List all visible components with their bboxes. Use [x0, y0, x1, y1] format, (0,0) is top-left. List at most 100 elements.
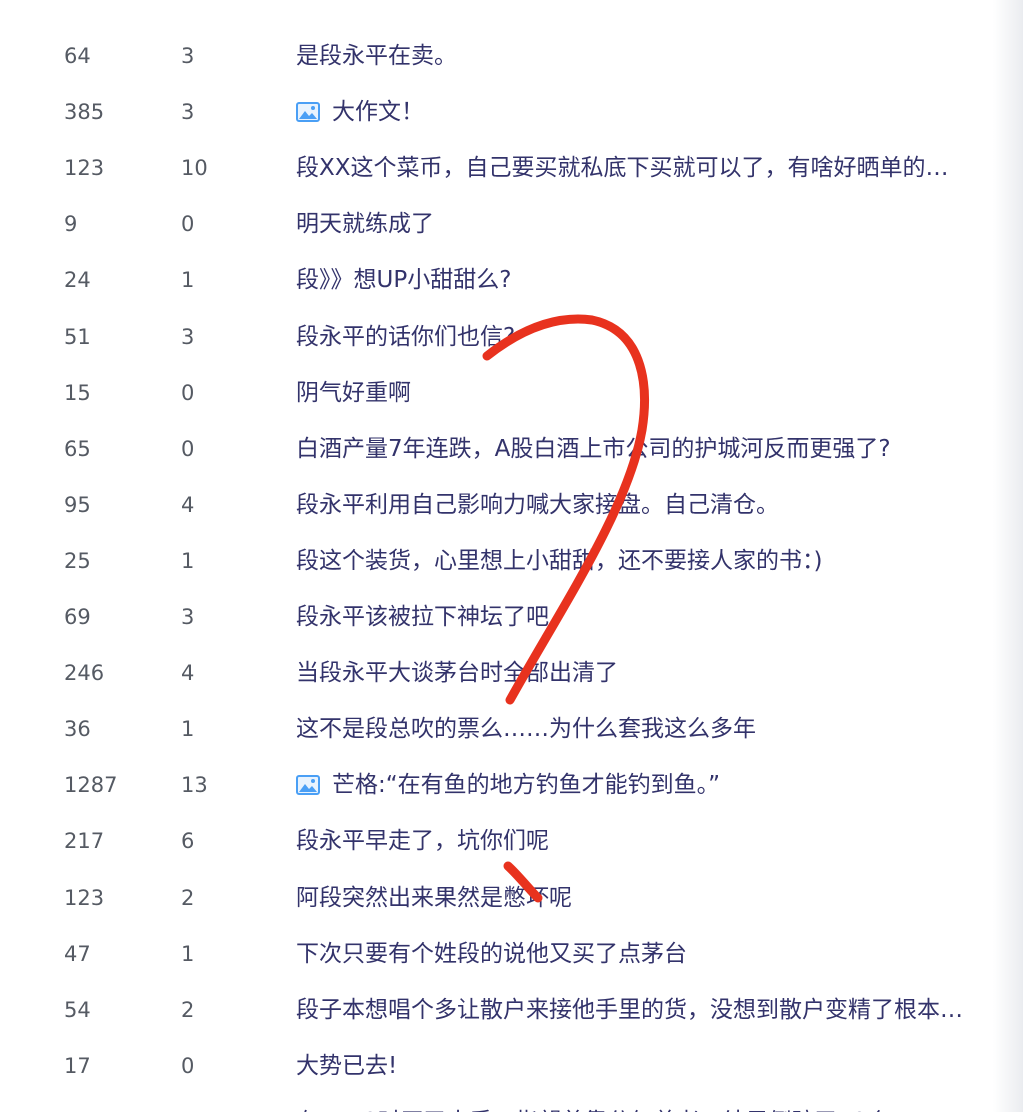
post-title-link[interactable]: 段永平利用自己影响力喊大家接盘。自己清仓。 [296, 490, 1008, 520]
post-title-text: 明天就练成了 [296, 211, 434, 238]
post-title-text: 阿段突然出来果然是憋坏呢 [296, 884, 572, 911]
reply-count: 2 [181, 997, 195, 1022]
table-row[interactable] [0, 0, 1023, 26]
image-icon [296, 775, 320, 796]
post-title-link[interactable]: 芒格:“在有鱼的地方钓鱼才能钓到鱼。” [296, 770, 1008, 800]
table-row[interactable]: 54 2 段子本想唱个多让散户来接他手里的货，没想到散户变精了根本… [0, 980, 1023, 1036]
reply-count: 0 [181, 380, 195, 405]
read-count: 25 [64, 548, 91, 573]
table-row[interactable]: 69 3 段永平该被拉下神坛了吧 [0, 587, 1023, 643]
post-title-text: 大势已去! [296, 1052, 398, 1079]
table-row[interactable]: 385 3 大作文！ [0, 82, 1023, 138]
post-title-text: 大作文！ [332, 99, 424, 126]
reply-count: 0 [181, 212, 195, 237]
read-count: 15 [64, 380, 91, 405]
table-row[interactable]: 64 3 是段永平在卖。 [0, 26, 1023, 82]
post-title-link[interactable]: 是段永平在卖。 [296, 41, 1008, 71]
reply-count: 10 [181, 156, 208, 181]
table-row[interactable]: 123 10 段XX这个菜币，自己要买就私底下买就可以了，有啥好晒单的… [0, 138, 1023, 194]
reply-count: 13 [181, 773, 208, 798]
reply-count: 1 [181, 548, 195, 573]
table-row[interactable]: 24 1 段》》想UP小甜甜么? [0, 250, 1023, 306]
read-count: 65 [64, 436, 91, 461]
table-row[interactable]: 97 4 在1440时买了十手，指望着靠分红养老，结果倒赔了10个W [0, 1092, 1023, 1112]
post-title-text: 白酒产量7年连跌，A股白酒上市公司的护城河反而更强了? [296, 435, 891, 462]
post-title-link[interactable]: 段永平早走了，坑你们呢 [296, 826, 1008, 856]
post-title-link[interactable]: 在1440时买了十手，指望着靠分红养老，结果倒赔了10个W [296, 1107, 1008, 1112]
post-title-text: 段子本想唱个多让散户来接他手里的货，没想到散户变精了根本… [296, 996, 963, 1023]
table-row[interactable]: 9 0 明天就练成了 [0, 194, 1023, 250]
table-row[interactable]: 51 3 段永平的话你们也信? [0, 307, 1023, 363]
post-list-page: 64 3 是段永平在卖。 385 3 大作文！ 123 10 段XX这个菜币，自己要买就私底下买… [0, 0, 1023, 1112]
reply-count: 4 [181, 661, 195, 686]
post-title-text: 段这个装货，心里想上小甜甜，还不要接人家的书：) [296, 547, 823, 574]
post-title-link[interactable]: 大势已去! [296, 1051, 1008, 1081]
table-row[interactable]: 65 0 白酒产量7年连跌，A股白酒上市公司的护城河反而更强了? [0, 419, 1023, 475]
reply-count: 1 [181, 941, 195, 966]
reply-count: 3 [181, 44, 195, 69]
read-count: 123 [64, 885, 105, 910]
post-title-link[interactable]: 白酒产量7年连跌，A股白酒上市公司的护城河反而更强了? [296, 434, 1008, 464]
table-row[interactable]: 1287 13 芒格:“在有鱼的地方钓鱼才能钓到鱼。” [0, 755, 1023, 811]
post-list: 64 3 是段永平在卖。 385 3 大作文！ 123 10 段XX这个菜币，自己要买就私底下买… [0, 0, 1023, 1112]
read-count: 54 [64, 997, 91, 1022]
post-title-link[interactable]: 这不是段总吹的票么……为什么套我这么多年 [296, 714, 1008, 744]
post-title-text: 阴气好重啊 [296, 379, 411, 406]
read-count: 24 [64, 268, 91, 293]
reply-count: 6 [181, 829, 195, 854]
read-count: 246 [64, 661, 105, 686]
reply-count: 4 [181, 1108, 194, 1112]
table-row[interactable]: 47 1 下次只要有个姓段的说他又买了点茅台 [0, 924, 1023, 980]
post-title-link[interactable]: 段XX这个菜币，自己要买就私底下买就可以了，有啥好晒单的… [296, 153, 1008, 183]
post-title-text: 段XX这个菜币，自己要买就私底下买就可以了，有啥好晒单的… [296, 155, 949, 182]
post-title-link[interactable]: 大作文！ [296, 97, 1008, 127]
post-title-link[interactable]: 段子本想唱个多让散户来接他手里的货，没想到散户变精了根本… [296, 995, 1008, 1025]
post-title-link[interactable]: 段这个装货，心里想上小甜甜，还不要接人家的书：) [296, 546, 1008, 576]
table-row[interactable]: 123 2 阿段突然出来果然是憋坏呢 [0, 868, 1023, 924]
reply-count: 1 [181, 717, 195, 742]
post-title-link[interactable]: 阿段突然出来果然是憋坏呢 [296, 883, 1008, 913]
read-count: 17 [64, 1053, 91, 1078]
table-row[interactable]: 217 6 段永平早走了，坑你们呢 [0, 811, 1023, 867]
reply-count: 2 [181, 885, 195, 910]
post-title-text: 这不是段总吹的票么……为什么套我这么多年 [296, 716, 756, 743]
post-title-text: 下次只要有个姓段的说他又买了点茅台 [296, 940, 687, 967]
reply-count: 4 [181, 492, 195, 517]
table-row[interactable]: 25 1 段这个装货，心里想上小甜甜，还不要接人家的书：) [0, 531, 1023, 587]
post-title-link[interactable]: 下次只要有个姓段的说他又买了点茅台 [296, 939, 1008, 969]
reply-count: 3 [181, 100, 195, 125]
post-title-text: 是段永平在卖。 [296, 43, 457, 70]
reply-count: 0 [181, 1053, 195, 1078]
read-count: 385 [64, 100, 105, 125]
post-title-text: 当段永平大谈茅台时全部出清了 [296, 660, 618, 687]
reply-count: 0 [181, 436, 195, 461]
post-title-text: 段永平利用自己影响力喊大家接盘。自己清仓。 [296, 491, 779, 518]
post-title-link[interactable]: 段永平的话你们也信? [296, 322, 1008, 352]
post-title-text: 芒格:“在有鱼的地方钓鱼才能钓到鱼。” [332, 772, 721, 799]
post-title-link[interactable]: 当段永平大谈茅台时全部出清了 [296, 658, 1008, 688]
read-count: 217 [64, 829, 105, 854]
read-count: 1287 [64, 773, 118, 798]
reply-count: 3 [181, 605, 195, 630]
read-count: 9 [64, 212, 78, 237]
image-icon [296, 102, 320, 123]
table-row[interactable]: 17 0 大势已去! [0, 1036, 1023, 1092]
post-title-link[interactable]: 段永平该被拉下神坛了吧 [296, 602, 1008, 632]
read-count: 97 [64, 1108, 91, 1112]
reply-count: 3 [181, 324, 195, 349]
read-count: 95 [64, 492, 91, 517]
post-title-link[interactable]: 阴气好重啊 [296, 378, 1008, 408]
table-row[interactable]: 246 4 当段永平大谈茅台时全部出清了 [0, 643, 1023, 699]
table-row[interactable]: 36 1 这不是段总吹的票么……为什么套我这么多年 [0, 699, 1023, 755]
table-row[interactable]: 15 0 阴气好重啊 [0, 363, 1023, 419]
table-row[interactable]: 95 4 段永平利用自己影响力喊大家接盘。自己清仓。 [0, 475, 1023, 531]
read-count: 123 [64, 156, 105, 181]
post-title-link[interactable]: 明天就练成了 [296, 209, 1008, 239]
read-count: 36 [64, 717, 91, 742]
post-title-link[interactable]: 段》》想UP小甜甜么? [296, 265, 1008, 295]
read-count: 51 [64, 324, 91, 349]
reply-count: 1 [181, 268, 195, 293]
post-title-text: 段永平早走了，坑你们呢 [296, 828, 549, 855]
read-count: 47 [64, 941, 91, 966]
read-count: 69 [64, 605, 91, 630]
